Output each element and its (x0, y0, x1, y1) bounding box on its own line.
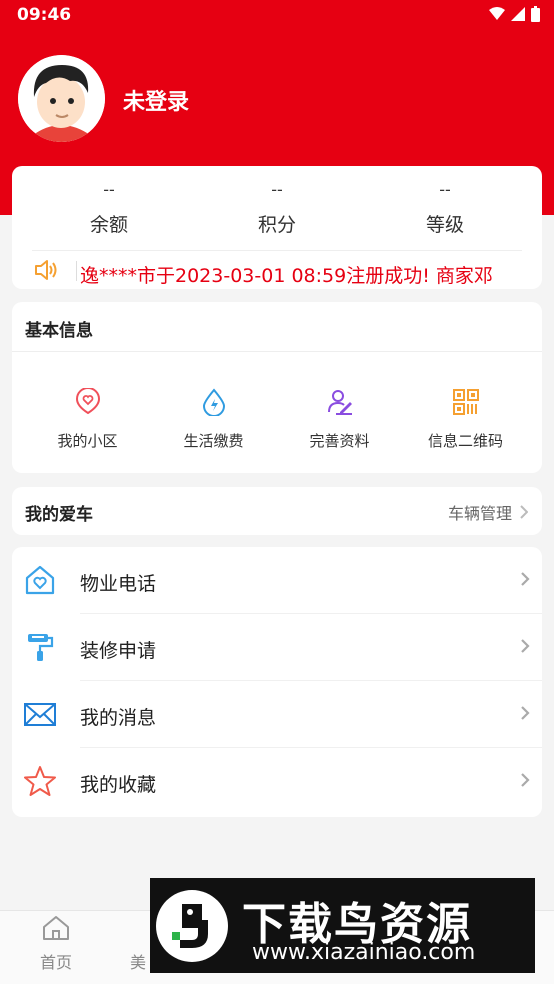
divider (12, 351, 542, 352)
status-bar: 09:46 (0, 0, 554, 30)
notice-text: 逸****市于2023-03-01 08:59注册成功! 商家邓 (80, 265, 493, 287)
menu-label: 物业电话 (80, 573, 157, 595)
basic-info-card: 基本信息 我的小区 生活缴费 完善资料 信息二维码 (12, 302, 542, 473)
menu-card: 物业电话 装修申请 我的消息 我的收藏 (12, 547, 542, 817)
stat-points[interactable]: -- 积分 (217, 180, 337, 237)
menu-label: 我的消息 (80, 707, 157, 729)
grid-item-utilities[interactable]: 生活缴费 (151, 388, 276, 451)
watermark-logo (156, 890, 228, 962)
basic-info-title: 基本信息 (25, 321, 93, 341)
chevron-right-icon (521, 773, 530, 787)
signal-icon (511, 7, 525, 21)
grid-label: 信息二维码 (427, 432, 503, 450)
qr-code-icon (452, 389, 479, 415)
tab-home[interactable]: 首页 (16, 915, 96, 973)
heart-location-icon (75, 387, 100, 415)
grid-item-community[interactable]: 我的小区 (25, 387, 150, 451)
my-car-row[interactable]: 我的爱车 车辆管理 (12, 487, 542, 535)
house-heart-icon (25, 565, 55, 595)
watermark-url: www.xiazainiao.com (252, 940, 476, 965)
notice-divider (76, 261, 77, 281)
paint-roller-icon (28, 634, 54, 661)
menu-item-property-phone[interactable]: 物业电话 (12, 547, 542, 614)
menu-item-messages[interactable]: 我的消息 (12, 681, 542, 748)
envelope-icon (24, 703, 56, 726)
grid-label: 生活缴费 (183, 432, 244, 450)
menu-item-renovation[interactable]: 装修申请 (12, 614, 542, 681)
battery-icon (531, 6, 540, 22)
stat-value: -- (271, 180, 283, 199)
chevron-right-icon (521, 572, 530, 586)
avatar-icon (18, 55, 105, 142)
my-car-title: 我的爱车 (25, 505, 93, 525)
login-status[interactable]: 未登录 (123, 84, 189, 116)
grid-item-qrcode[interactable]: 信息二维码 (403, 388, 528, 451)
stats-card: -- 余额 -- 积分 -- 等级 逸****市于2023-03-01 08:5… (12, 166, 542, 289)
star-icon (24, 766, 56, 796)
speaker-icon (35, 260, 57, 280)
user-edit-icon (327, 390, 352, 415)
menu-label: 装修申请 (80, 640, 157, 662)
chevron-right-icon (521, 706, 530, 720)
menu-item-favorites[interactable]: 我的收藏 (12, 748, 542, 815)
chevron-right-icon (520, 505, 528, 519)
chevron-right-icon (521, 639, 530, 653)
status-icons (489, 6, 540, 22)
vehicle-management-link[interactable]: 车辆管理 (448, 500, 528, 524)
stat-level[interactable]: -- 等级 (385, 180, 505, 237)
grid-label: 我的小区 (57, 432, 118, 450)
watermark-banner: 下载鸟资源 www.xiazainiao.com (150, 878, 535, 973)
stat-label: 积分 (257, 214, 296, 236)
wifi-icon (489, 7, 505, 20)
status-time: 09:46 (17, 5, 72, 25)
home-icon (43, 916, 69, 940)
notice-marquee[interactable]: 逸****市于2023-03-01 08:59注册成功! 商家邓 (32, 250, 522, 288)
bird-logo-icon (172, 904, 208, 948)
stat-label: 余额 (89, 214, 128, 236)
stat-value: -- (439, 180, 451, 199)
grid-item-profile[interactable]: 完善资料 (277, 388, 402, 451)
water-drop-bolt-icon (202, 388, 225, 417)
stat-label: 等级 (425, 214, 464, 236)
vehicle-management-label: 车辆管理 (447, 504, 512, 523)
menu-label: 我的收藏 (80, 774, 157, 796)
avatar[interactable] (18, 55, 105, 142)
tab-label: 首页 (39, 953, 72, 972)
stat-balance[interactable]: -- 余额 (49, 180, 169, 237)
grid-label: 完善资料 (309, 432, 370, 450)
stat-value: -- (103, 180, 115, 199)
